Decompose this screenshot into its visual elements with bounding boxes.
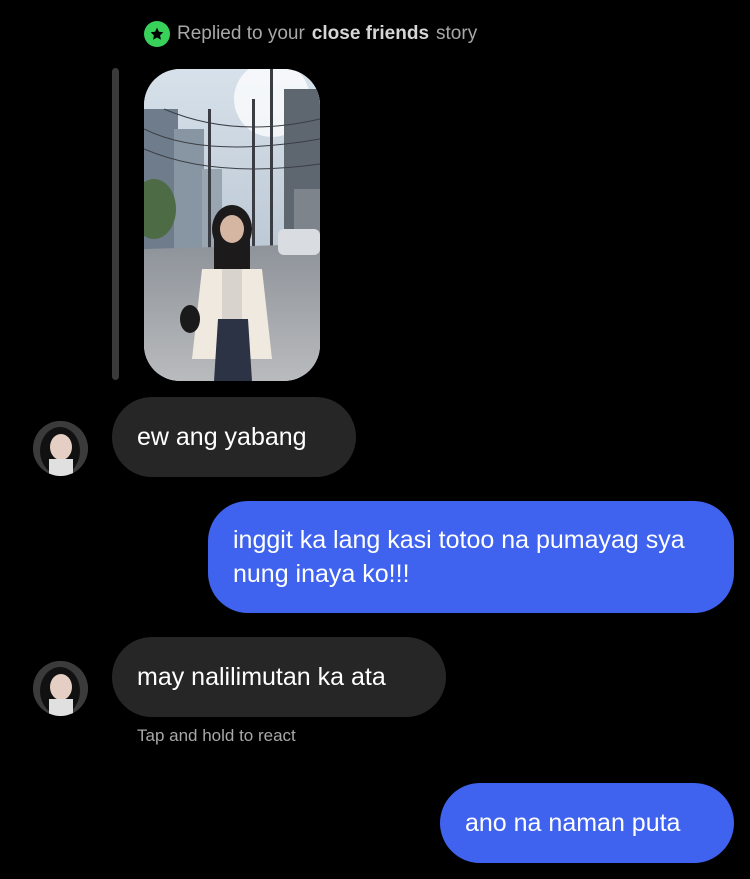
- reply-quote-bar: [112, 68, 119, 380]
- message-bubble-incoming[interactable]: ew ang yabang: [112, 397, 356, 477]
- message-text: ano na naman puta: [465, 809, 681, 837]
- react-hint: Tap and hold to react: [137, 726, 296, 745]
- reply-header-close-friends: close friends: [311, 23, 430, 44]
- avatar-photo: [33, 421, 88, 476]
- message-text: ew ang yabang: [137, 423, 307, 451]
- message-text: may nalilimutan ka ata: [137, 663, 386, 691]
- reply-header-suffix: story: [436, 23, 478, 44]
- sender-avatar[interactable]: [33, 421, 88, 476]
- avatar-photo: [33, 661, 88, 716]
- story-thumbnail[interactable]: [144, 69, 320, 381]
- message-text: inggit ka lang kasi totoo na pumayag sya…: [233, 526, 685, 588]
- reply-header-prefix: Replied to your: [177, 23, 305, 44]
- close-friends-star-icon: [144, 21, 170, 47]
- story-photo: [144, 69, 320, 381]
- message-bubble-incoming[interactable]: may nalilimutan ka ata: [112, 637, 446, 717]
- sender-avatar[interactable]: [33, 661, 88, 716]
- message-bubble-outgoing[interactable]: inggit ka lang kasi totoo na pumayag sya…: [208, 501, 734, 613]
- message-bubble-outgoing[interactable]: ano na naman puta: [440, 783, 734, 863]
- story-reply-header: Replied to your close friends story: [144, 20, 477, 48]
